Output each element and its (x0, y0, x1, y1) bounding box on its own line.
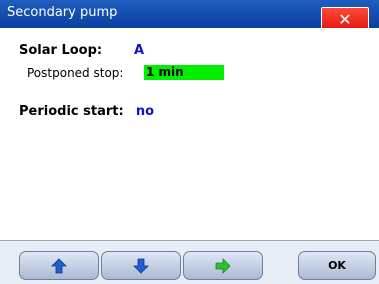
postponed-stop-row: Postponed stop: 1 min (27, 65, 224, 80)
title-bar: Secondary pump ✕ (0, 0, 379, 33)
arrow-up-icon (51, 257, 67, 273)
solar-loop-label: Solar Loop: (19, 43, 103, 58)
arrow-down-icon (133, 258, 149, 274)
settings-panel: Solar Loop: A Postponed stop: 1 min Peri… (0, 28, 379, 240)
solar-loop-value[interactable]: A (134, 43, 144, 58)
solar-loop-row: Solar Loop: A (19, 43, 144, 58)
bottom-toolbar: OK (0, 240, 379, 284)
periodic-start-label: Periodic start: (19, 104, 124, 119)
close-icon: ✕ (338, 10, 352, 29)
next-button[interactable] (183, 251, 263, 280)
periodic-start-row: Periodic start: no (19, 104, 154, 119)
up-button[interactable] (19, 251, 99, 280)
dialog-window: Secondary pump ✕ Solar Loop: A Postponed… (0, 0, 379, 284)
periodic-start-value[interactable]: no (136, 104, 154, 119)
postponed-stop-label: Postponed stop: (27, 66, 124, 80)
down-button[interactable] (101, 251, 181, 280)
arrow-right-icon (215, 257, 231, 274)
ok-button[interactable]: OK (298, 251, 376, 280)
window-title: Secondary pump (7, 5, 118, 20)
postponed-stop-value[interactable]: 1 min (144, 65, 224, 80)
